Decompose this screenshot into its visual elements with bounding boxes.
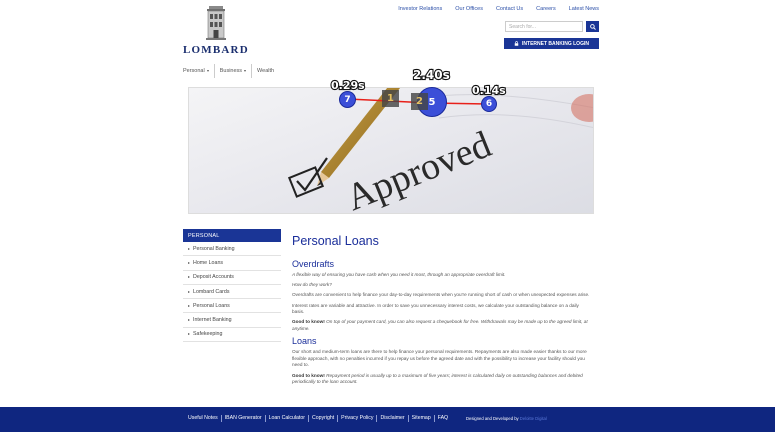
nav-item-business[interactable]: Business (215, 64, 253, 78)
sidebar-menu: PERSONAL Personal Banking Home Loans Dep… (183, 229, 281, 343)
sidebar-item-label: Home Loans (193, 259, 224, 266)
overdrafts-paragraph-1: Overdrafts are convenient to help financ… (292, 292, 590, 298)
nav-item-wealth[interactable]: Wealth (252, 64, 279, 78)
nav-label: Business (219, 68, 243, 74)
good-to-know-label: Good to know! (292, 372, 325, 378)
sidebar-item-label: Internet Banking (193, 317, 232, 324)
search-button[interactable] (586, 21, 599, 32)
sidebar-heading: PERSONAL (183, 229, 281, 242)
search-icon (589, 23, 596, 30)
lombard-logo[interactable]: LOMBARD (183, 6, 255, 56)
caret-right-icon (188, 247, 190, 250)
sidebar-item-personal-banking[interactable]: Personal Banking (183, 242, 281, 257)
sidebar-item-label: Personal Banking (193, 245, 235, 252)
building-logo-icon (206, 6, 226, 40)
login-button-label: INTERNET BANKING LOGIN (522, 40, 589, 47)
top-links-nav: Investor Relations Our Offices Contact U… (398, 6, 599, 12)
caret-right-icon (188, 304, 190, 307)
chevron-down-icon (244, 70, 247, 72)
sidebar-item-label: Safekeeping (193, 331, 223, 338)
timing-label: 2.40s (412, 67, 451, 83)
footer: Useful Notes IBAN Generator Loan Calcula… (0, 407, 775, 432)
top-link-contact-us[interactable]: Contact Us (496, 6, 523, 12)
search-input[interactable]: Search for... (505, 21, 583, 32)
footer-link-iban-generator[interactable]: IBAN Generator (222, 415, 266, 422)
sidebar-item-label: Personal Loans (193, 302, 230, 309)
caret-right-icon (188, 333, 190, 336)
overdrafts-how: How do they work? (292, 282, 332, 288)
caret-right-icon (188, 261, 190, 264)
top-link-latest-news[interactable]: Latest News (569, 6, 599, 12)
sidebar-item-safekeeping[interactable]: Safekeeping (183, 327, 281, 343)
sidebar-item-home-loans[interactable]: Home Loans (183, 256, 281, 271)
top-link-careers[interactable]: Careers (536, 6, 556, 12)
sidebar-item-personal-loans[interactable]: Personal Loans (183, 299, 281, 314)
footer-link-disclaimer[interactable]: Disclaimer (377, 415, 409, 422)
nav-label: Wealth (257, 68, 275, 74)
section-title-loans: Loans (292, 336, 317, 347)
sidebar-item-deposit-accounts[interactable]: Deposit Accounts (183, 270, 281, 285)
footer-link-faq[interactable]: FAQ (435, 415, 451, 422)
nav-label: Personal (183, 68, 205, 74)
main-nav: Personal Business Wealth (183, 64, 279, 78)
caret-right-icon (188, 290, 190, 293)
sidebar-item-label: Lombard Cards (193, 288, 230, 295)
caret-right-icon (188, 319, 190, 322)
top-link-our-offices[interactable]: Our Offices (455, 6, 483, 12)
hero-stamp-text: Approved (340, 123, 497, 214)
caret-right-icon (188, 276, 190, 279)
internet-banking-login-button[interactable]: INTERNET BANKING LOGIN (504, 38, 599, 49)
footer-links: Useful Notes IBAN Generator Loan Calcula… (188, 415, 451, 422)
good-to-know-text: On top of your payment card, you can als… (292, 319, 588, 331)
sidebar-item-lombard-cards[interactable]: Lombard Cards (183, 284, 281, 300)
approved-stamp-illustration: Approved (287, 88, 593, 214)
credit-prefix: Designed and Developed by (466, 416, 519, 421)
footer-link-copyright[interactable]: Copyright (309, 415, 339, 422)
good-to-know-text: Repayment period is usually up to a maxi… (292, 372, 583, 385)
sidebar-item-label: Deposit Accounts (193, 274, 234, 281)
nav-item-personal[interactable]: Personal (183, 64, 215, 78)
footer-link-loan-calculator[interactable]: Loan Calculator (266, 415, 309, 422)
top-link-investor-relations[interactable]: Investor Relations (398, 6, 442, 12)
main-content: Personal Loans Overdrafts A flexible way… (292, 234, 592, 389)
footer-link-useful-notes[interactable]: Useful Notes (188, 415, 222, 422)
loans-paragraph-1: Our short and medium-term loans are ther… (292, 349, 587, 368)
overdrafts-paragraph-2: Interest rates are variable and attracti… (292, 302, 579, 315)
credit-developer-link[interactable]: Deloitte Digital (520, 416, 547, 421)
page-title: Personal Loans (292, 234, 379, 248)
loans-good-to-know: Good to know! Repayment period is usuall… (292, 373, 592, 386)
footer-link-sitemap[interactable]: Sitemap (409, 415, 435, 422)
sidebar-item-internet-banking[interactable]: Internet Banking (183, 313, 281, 328)
footer-link-privacy-policy[interactable]: Privacy Policy (338, 415, 378, 422)
logo-text: LOMBARD (183, 44, 249, 56)
chevron-down-icon (206, 70, 209, 72)
footer-credit: Designed and Developed by Deloitte Digit… (466, 416, 547, 421)
section-title-overdrafts: Overdrafts (292, 259, 335, 269)
overdrafts-intro: A flexible way of ensuring you have cash… (292, 272, 506, 277)
good-to-know-label: Good to know! (292, 319, 325, 325)
overdrafts-good-to-know: Good to know! On top of your payment car… (292, 319, 592, 332)
hero-banner-image: Approved (188, 87, 594, 214)
lock-icon (514, 41, 519, 46)
